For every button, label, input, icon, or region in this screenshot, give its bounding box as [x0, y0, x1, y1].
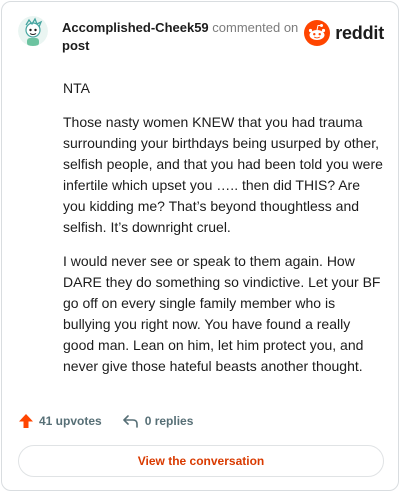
comment-body: NTA Those nasty women KNEW that you had … — [63, 78, 383, 390]
comment-footer: 41 upvotes 0 replies — [18, 410, 193, 432]
post-link[interactable]: post — [62, 38, 89, 53]
avatar[interactable] — [18, 16, 48, 46]
upvotes-stat[interactable]: 41 upvotes — [18, 413, 102, 429]
upvotes-count: 41 upvotes — [39, 414, 102, 428]
comment-header: Accomplished-Cheek59 commented on post r… — [18, 14, 384, 58]
reddit-wordmark: reddit — [335, 22, 384, 43]
comment-paragraph: Those nasty women KNEW that you had trau… — [63, 114, 383, 235]
comment-paragraph: NTA — [63, 80, 90, 96]
reddit-logo[interactable]: reddit — [304, 20, 384, 46]
commented-on-label: commented on — [212, 20, 299, 35]
replies-stat[interactable]: 0 replies — [122, 413, 194, 429]
comment-embed-card: Accomplished-Cheek59 commented on post r… — [1, 1, 399, 491]
avatar-snoo-icon — [18, 16, 48, 46]
reddit-logo-icon — [304, 20, 331, 46]
view-conversation-button[interactable]: View the conversation — [18, 445, 384, 477]
reply-arrow-icon — [122, 415, 138, 428]
comment-paragraph: I would never see or speak to them again… — [63, 253, 381, 374]
author-line: Accomplished-Cheek59 commented on — [62, 20, 298, 36]
replies-count: 0 replies — [144, 414, 194, 428]
author-username[interactable]: Accomplished-Cheek59 — [62, 20, 209, 35]
upvote-arrow-icon — [19, 414, 33, 428]
